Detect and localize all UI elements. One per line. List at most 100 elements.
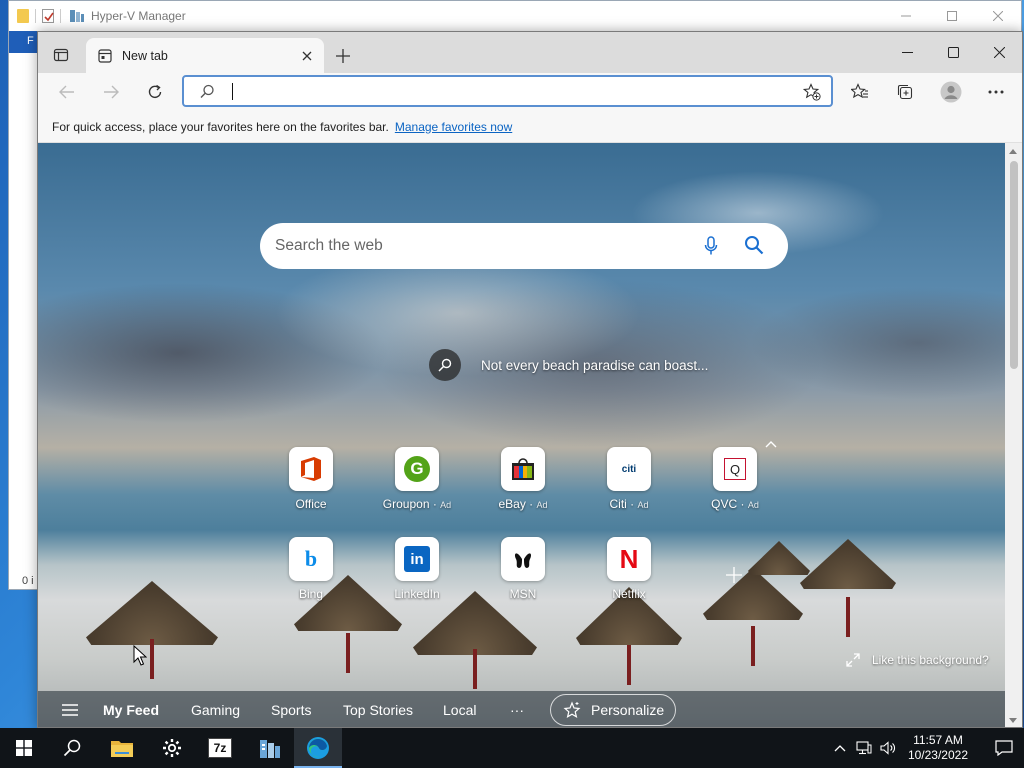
feed-navigation-bar: My Feed Gaming Sports Top Stories Local …	[38, 691, 1006, 727]
scroll-down-arrow[interactable]	[1009, 718, 1017, 723]
quick-link-qvc[interactable]: Q QVC · Ad	[697, 447, 773, 511]
tab-actions-button[interactable]	[46, 42, 76, 68]
file-explorer-button[interactable]	[98, 728, 146, 768]
add-quick-link-icon[interactable]	[726, 567, 742, 583]
refresh-icon	[148, 84, 162, 98]
profile-button[interactable]	[936, 78, 966, 106]
quick-access-toolbar	[9, 9, 61, 23]
feed-tab-sports[interactable]: Sports	[271, 702, 311, 718]
favorites-button[interactable]	[845, 78, 875, 106]
citi-icon: citi	[621, 463, 637, 475]
checkmark-icon[interactable]	[42, 9, 54, 23]
beach-umbrella-illustration	[703, 568, 803, 666]
favorites-bar-message: For quick access, place your favorites h…	[52, 119, 389, 134]
new-tab-button[interactable]	[330, 43, 356, 69]
minimize-icon	[901, 15, 911, 17]
microphone-icon[interactable]	[704, 236, 718, 256]
personalize-button[interactable]: Personalize	[550, 694, 676, 726]
tab-new-tab[interactable]: New tab	[86, 38, 324, 73]
action-center-button[interactable]	[984, 728, 1024, 768]
close-button[interactable]	[976, 32, 1022, 72]
collections-button[interactable]	[890, 78, 920, 106]
quick-link-office[interactable]: Office	[273, 447, 349, 511]
seven-zip-button[interactable]: 7z	[196, 728, 244, 768]
forward-button[interactable]	[96, 78, 126, 106]
address-input[interactable]	[232, 81, 772, 103]
tab-actions-icon	[53, 48, 69, 62]
feed-tab-my-feed[interactable]: My Feed	[103, 702, 159, 718]
quick-link-label: Bing	[298, 587, 324, 601]
taskbar-clock[interactable]: 11:57 AM 10/23/2022	[908, 733, 968, 763]
navigation-toolbar	[38, 73, 1022, 111]
quick-link-groupon[interactable]: G Groupon · Ad	[379, 447, 455, 511]
close-button[interactable]	[975, 1, 1021, 31]
settings-button[interactable]	[148, 728, 196, 768]
hamburger-menu-icon[interactable]	[60, 704, 80, 716]
settings-more-button[interactable]	[981, 78, 1011, 106]
search-icon[interactable]	[744, 235, 764, 255]
quick-link-linkedin[interactable]: in LinkedIn	[379, 537, 455, 601]
avatar-icon	[940, 81, 962, 103]
tab-close-button[interactable]	[298, 47, 316, 65]
qvc-icon: Q	[724, 458, 746, 480]
quick-link-ebay[interactable]: eBay · Ad	[485, 447, 561, 511]
add-favorite-icon[interactable]	[803, 83, 821, 101]
network-button[interactable]	[852, 741, 876, 755]
refresh-button[interactable]	[140, 78, 170, 106]
ad-badge: Ad	[536, 500, 548, 510]
maximize-button[interactable]	[930, 32, 976, 72]
feed-more-button[interactable]: ···	[510, 702, 524, 718]
show-hidden-icons-button[interactable]	[828, 744, 852, 752]
maximize-button[interactable]	[929, 1, 975, 31]
quick-link-netflix[interactable]: N Netflix	[591, 537, 667, 601]
beach-umbrella-illustration	[748, 541, 810, 575]
new-tab-page-icon	[98, 48, 112, 63]
manage-favorites-link[interactable]: Manage favorites now	[395, 120, 512, 134]
feed-tab-top-stories[interactable]: Top Stories	[343, 702, 413, 718]
edge-browser-window[interactable]: New tab For quick access, place your fav…	[37, 31, 1023, 728]
file-ribbon-tab[interactable]: F	[9, 31, 39, 53]
quick-link-citi[interactable]: citi Citi · Ad	[591, 447, 667, 511]
folder-icon[interactable]	[17, 9, 29, 23]
minimize-button[interactable]	[884, 32, 930, 72]
back-button[interactable]	[52, 78, 82, 106]
plus-icon	[336, 49, 350, 63]
scrollbar-thumb[interactable]	[1010, 161, 1018, 369]
quick-link-msn[interactable]: MSN	[485, 537, 561, 601]
like-background-button[interactable]: Like this background?	[846, 653, 989, 667]
page-scrollbar[interactable]	[1005, 143, 1022, 727]
start-button[interactable]	[0, 728, 48, 768]
ad-badge: Ad	[440, 500, 452, 510]
edge-browser-icon	[307, 737, 329, 759]
quick-link-label: eBay	[498, 497, 526, 511]
hyperv-titlebar[interactable]: Hyper-V Manager	[9, 1, 1021, 31]
groupon-icon: G	[404, 456, 430, 482]
msn-butterfly-icon	[514, 553, 532, 568]
hyperv-manager-taskbar-button[interactable]	[246, 728, 294, 768]
address-bar[interactable]	[182, 75, 833, 107]
maximize-icon	[947, 46, 959, 58]
feed-tab-gaming[interactable]: Gaming	[191, 702, 240, 718]
quick-link-label: QVC	[711, 497, 738, 511]
edge-taskbar-button[interactable]	[294, 728, 342, 768]
image-caption[interactable]: Not every beach paradise can boast...	[429, 349, 708, 381]
close-icon	[993, 11, 1003, 21]
volume-button[interactable]	[876, 741, 900, 755]
visual-search-button[interactable]	[429, 349, 461, 381]
taskbar-search-button[interactable]	[48, 728, 96, 768]
expand-arrows-icon	[846, 653, 860, 667]
minimize-button[interactable]	[883, 1, 929, 31]
new-tab-page: Search the web Not every beach paradise …	[38, 143, 1006, 727]
tab-label: New tab	[122, 48, 168, 63]
quick-link-label: Netflix	[612, 587, 646, 601]
ad-badge: Ad	[637, 500, 649, 510]
back-arrow-icon	[59, 85, 74, 99]
chevron-up-icon	[834, 745, 846, 752]
scroll-up-arrow[interactable]	[1009, 149, 1017, 154]
sparkle-star-icon	[563, 701, 581, 719]
folder-icon	[111, 741, 133, 757]
quick-link-bing[interactable]: b Bing	[273, 537, 349, 601]
feed-tab-local[interactable]: Local	[443, 702, 476, 718]
web-search-box[interactable]: Search the web	[260, 223, 788, 269]
speaker-icon	[880, 741, 895, 755]
